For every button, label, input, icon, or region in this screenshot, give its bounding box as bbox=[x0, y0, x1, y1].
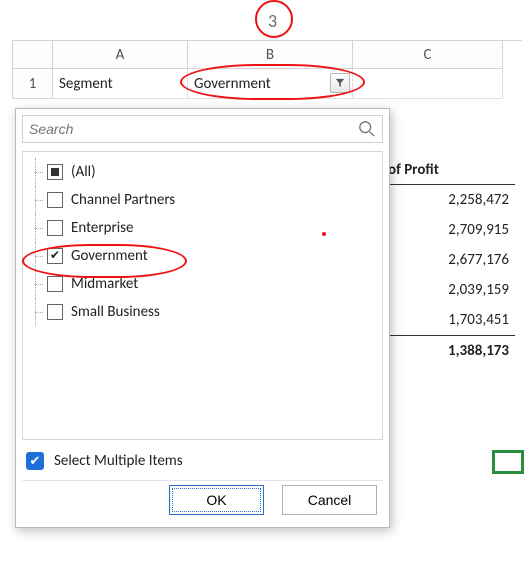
cell-B1[interactable]: Government bbox=[188, 69, 353, 99]
step-number-label: 3 bbox=[268, 10, 277, 32]
cell-A1[interactable]: Segment bbox=[53, 69, 188, 99]
cell-B1-value: Government bbox=[194, 75, 271, 93]
select-multiple-label: Select Multiple Items bbox=[54, 452, 183, 470]
filter-search-row bbox=[22, 115, 383, 143]
checkbox-small-business[interactable] bbox=[47, 304, 63, 320]
filter-item-midmarket[interactable]: Midmarket bbox=[27, 270, 378, 298]
pivot-value: 1,703,451 bbox=[385, 305, 515, 335]
column-header-B[interactable]: B bbox=[188, 41, 353, 69]
pivot-value: 2,039,159 bbox=[385, 275, 515, 305]
column-header-C[interactable]: C bbox=[353, 41, 503, 69]
search-input[interactable] bbox=[29, 121, 358, 137]
column-header-A[interactable]: A bbox=[53, 41, 188, 69]
spreadsheet-grid: A B C 1 Segment Government bbox=[12, 40, 522, 99]
row-header-1[interactable]: 1 bbox=[13, 69, 53, 99]
checkbox-enterprise[interactable] bbox=[47, 220, 63, 236]
filter-item-label: Government bbox=[71, 247, 148, 265]
pivot-filter-button[interactable] bbox=[330, 73, 350, 93]
column-headers-row: A B C bbox=[12, 40, 522, 69]
filter-dropdown-icon bbox=[335, 78, 345, 88]
filter-item-label: Midmarket bbox=[71, 275, 138, 293]
filter-item-all[interactable]: (All) bbox=[27, 158, 378, 186]
checkbox-government[interactable] bbox=[47, 248, 63, 264]
filter-item-label: Enterprise bbox=[71, 219, 134, 237]
filter-item-tree: (All) Channel Partners Enterprise Govern… bbox=[22, 151, 383, 440]
select-multiple-row[interactable]: ✔ Select Multiple Items bbox=[22, 440, 383, 480]
filter-item-government[interactable]: Government bbox=[27, 242, 378, 270]
dialog-button-row: OK Cancel bbox=[22, 480, 383, 521]
filter-dropdown-panel: (All) Channel Partners Enterprise Govern… bbox=[15, 108, 390, 528]
filter-item-label: Channel Partners bbox=[71, 191, 175, 209]
cell-C1[interactable] bbox=[353, 69, 503, 99]
search-icon bbox=[358, 120, 376, 138]
pivot-value: 2,677,176 bbox=[385, 245, 515, 275]
pivot-value: 2,709,915 bbox=[385, 215, 515, 245]
filter-item-channel-partners[interactable]: Channel Partners bbox=[27, 186, 378, 214]
select-all-corner[interactable] bbox=[13, 41, 53, 69]
select-multiple-checkbox[interactable]: ✔ bbox=[26, 452, 44, 470]
ok-button[interactable]: OK bbox=[169, 485, 264, 515]
filter-item-small-business[interactable]: Small Business bbox=[27, 298, 378, 326]
filter-item-label: (All) bbox=[71, 163, 96, 181]
green-selection-box bbox=[492, 450, 524, 474]
checkbox-all[interactable] bbox=[47, 164, 63, 180]
pivot-value: 2,258,472 bbox=[385, 185, 515, 215]
checkbox-midmarket[interactable] bbox=[47, 276, 63, 292]
cancel-button[interactable]: Cancel bbox=[282, 485, 377, 515]
annotation-dot bbox=[322, 232, 326, 236]
row-1: 1 Segment Government bbox=[12, 69, 522, 99]
pivot-grand-total: 1,388,173 bbox=[385, 335, 515, 365]
checkbox-channel-partners[interactable] bbox=[47, 192, 63, 208]
pivot-values-column: of Profit 2,258,472 2,709,915 2,677,176 … bbox=[385, 155, 515, 365]
pivot-header: of Profit bbox=[385, 155, 515, 185]
filter-item-label: Small Business bbox=[71, 303, 160, 321]
filter-item-enterprise[interactable]: Enterprise bbox=[27, 214, 378, 242]
